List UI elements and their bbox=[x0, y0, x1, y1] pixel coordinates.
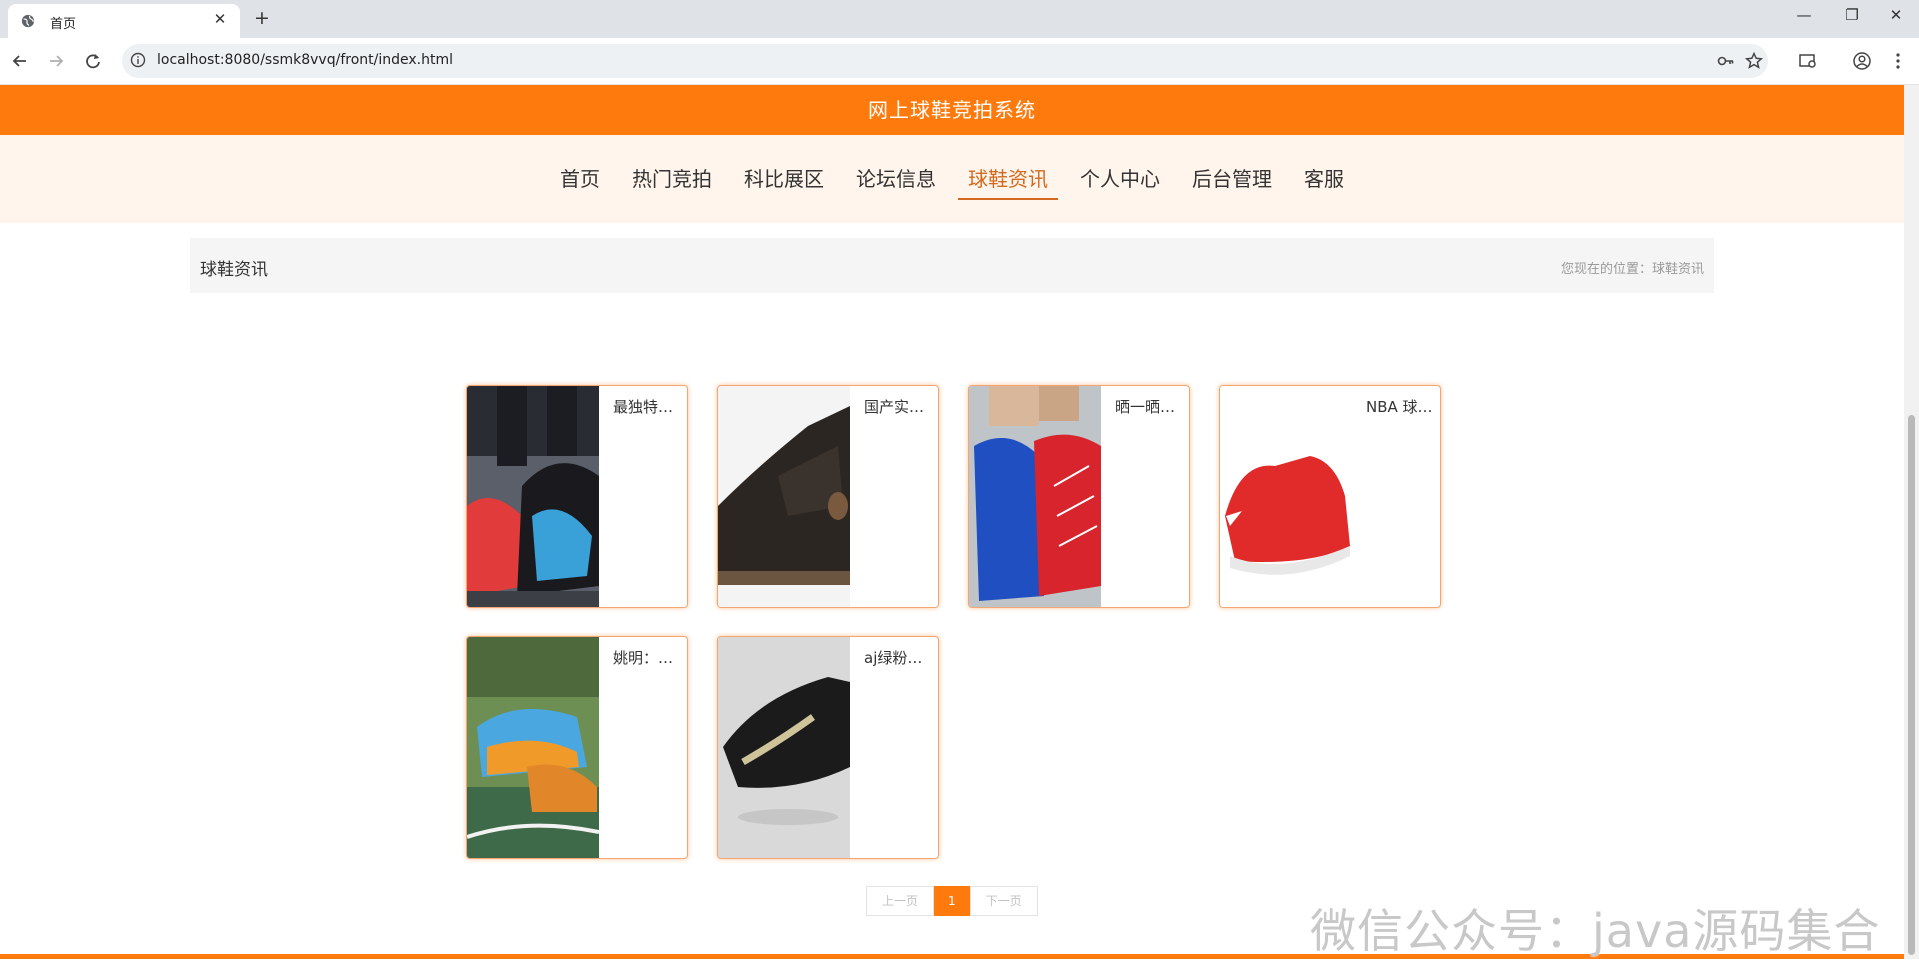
browser-toolbar: localhost:8080/ssmk8vvq/front/index.html bbox=[0, 38, 1919, 85]
news-title[interactable]: 晒一晒我的球鞋 bbox=[1115, 396, 1185, 417]
main-nav: 首页 热门竞拍 科比展区 论坛信息 球鞋资讯 个人中心 后台管理 客服 bbox=[0, 135, 1904, 223]
watermark-text: 微信公众号：java源码集合 bbox=[1310, 904, 1881, 958]
tab-close-icon[interactable]: ✕ bbox=[210, 10, 230, 28]
scrollbar-thumb[interactable] bbox=[1908, 415, 1915, 955]
news-title[interactable]: 国产实战球鞋 bbox=[864, 396, 934, 417]
news-title[interactable]: 姚明：球鞋 bbox=[613, 647, 683, 668]
page-number-button[interactable]: 1 bbox=[934, 886, 970, 916]
nav-item-forum[interactable]: 论坛信息 bbox=[846, 163, 946, 200]
nav-item-hot-auction[interactable]: 热门竞拍 bbox=[622, 163, 722, 200]
news-card[interactable]: aj绿粉超级好看 bbox=[717, 636, 939, 859]
news-card[interactable]: NBA 球星球鞋 bbox=[1219, 385, 1441, 608]
prev-page-button[interactable]: 上一页 bbox=[866, 886, 935, 916]
menu-kebab-icon[interactable] bbox=[1888, 51, 1908, 71]
password-key-icon[interactable] bbox=[1716, 51, 1736, 71]
news-title[interactable]: aj绿粉超级好看 bbox=[864, 647, 934, 668]
site-info-icon[interactable] bbox=[130, 52, 146, 68]
back-icon[interactable] bbox=[10, 51, 30, 71]
minimize-button[interactable]: — bbox=[1784, 6, 1824, 24]
restore-button[interactable]: ❐ bbox=[1832, 6, 1872, 24]
nav-item-customer-service[interactable]: 客服 bbox=[1294, 163, 1354, 200]
browser-tab[interactable]: 首页 ✕ bbox=[8, 4, 240, 38]
news-title[interactable]: NBA 球星球鞋 bbox=[1366, 396, 1436, 417]
news-title[interactable]: 最独特的球鞋 bbox=[613, 396, 683, 417]
profile-icon[interactable] bbox=[1852, 51, 1872, 71]
news-thumbnail[interactable] bbox=[467, 637, 599, 858]
news-card[interactable]: 晒一晒我的球鞋 bbox=[968, 385, 1190, 608]
next-page-button[interactable]: 下一页 bbox=[969, 886, 1038, 916]
news-card[interactable]: 姚明：球鞋 bbox=[466, 636, 688, 859]
news-thumbnail[interactable] bbox=[718, 386, 850, 607]
page-content: 网上球鞋竞拍系统 首页 热门竞拍 科比展区 论坛信息 球鞋资讯 个人中心 后台管… bbox=[0, 85, 1904, 959]
nav-item-sneaker-news[interactable]: 球鞋资讯 bbox=[958, 163, 1058, 200]
globe-icon bbox=[21, 14, 35, 28]
forward-icon[interactable] bbox=[46, 51, 66, 71]
browser-tab-bar: 首页 ✕ + — ❐ ✕ bbox=[0, 0, 1919, 38]
section-title: 球鞋资讯 bbox=[200, 260, 268, 280]
pagination: 上一页 1 下一页 bbox=[866, 886, 1038, 916]
news-thumbnail[interactable] bbox=[718, 637, 850, 858]
bookmark-star-icon[interactable] bbox=[1744, 51, 1764, 71]
news-card[interactable]: 最独特的球鞋 bbox=[466, 385, 688, 608]
nav-item-kobe-zone[interactable]: 科比展区 bbox=[734, 163, 834, 200]
url-text: localhost:8080/ssmk8vvq/front/index.html bbox=[157, 52, 453, 68]
close-window-button[interactable]: ✕ bbox=[1876, 6, 1916, 24]
news-thumbnail[interactable] bbox=[1220, 386, 1352, 607]
site-title: 网上球鞋竞拍系统 bbox=[0, 85, 1904, 135]
news-thumbnail[interactable] bbox=[467, 386, 599, 607]
breadcrumb: 球鞋资讯 您现在的位置：球鞋资讯 bbox=[190, 238, 1714, 293]
nav-item-admin[interactable]: 后台管理 bbox=[1182, 163, 1282, 200]
location-text: 您现在的位置：球鞋资讯 bbox=[1560, 262, 1704, 277]
tab-search-icon[interactable] bbox=[1798, 51, 1818, 71]
reload-icon[interactable] bbox=[83, 51, 103, 71]
news-card[interactable]: 国产实战球鞋 bbox=[717, 385, 939, 608]
news-thumbnail[interactable] bbox=[969, 386, 1101, 607]
tab-title: 首页 bbox=[50, 17, 77, 32]
new-tab-button[interactable]: + bbox=[254, 7, 270, 29]
nav-item-personal-center[interactable]: 个人中心 bbox=[1070, 163, 1170, 200]
nav-item-home[interactable]: 首页 bbox=[550, 163, 610, 200]
page-scrollbar[interactable] bbox=[1904, 85, 1919, 959]
address-bar[interactable]: localhost:8080/ssmk8vvq/front/index.html bbox=[122, 44, 1768, 78]
